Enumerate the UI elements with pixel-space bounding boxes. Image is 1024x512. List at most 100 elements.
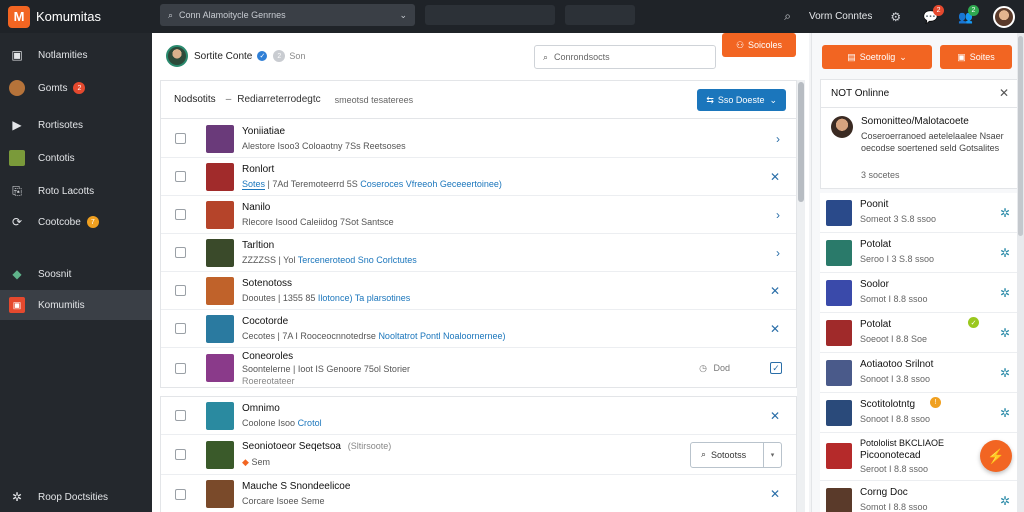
settings-icon: ✲ bbox=[11, 490, 23, 504]
chevron-down-icon[interactable]: ⌄ bbox=[399, 10, 407, 21]
floating-action-button[interactable]: ⚡ bbox=[980, 440, 1012, 472]
row-checkbox[interactable] bbox=[175, 285, 186, 296]
search-icon: ⌕ bbox=[701, 449, 707, 459]
sidebar-item[interactable]: ▶ Rortisotes bbox=[0, 110, 152, 140]
gear-icon[interactable]: ✲ bbox=[1000, 406, 1010, 420]
user-label[interactable]: Vorm Conntes bbox=[809, 11, 872, 22]
row-checkbox[interactable] bbox=[175, 133, 186, 144]
close-icon[interactable]: ✕ bbox=[770, 170, 780, 184]
gear-icon[interactable]: ✲ bbox=[1000, 246, 1010, 260]
main-scrollbar-thumb[interactable] bbox=[798, 82, 804, 202]
row-checkbox[interactable] bbox=[175, 171, 186, 182]
gear-icon[interactable]: ✲ bbox=[1000, 286, 1010, 300]
close-icon[interactable]: ✕ bbox=[770, 284, 780, 298]
table-row[interactable]: Seoniotoeor Seqetsoa (Sltirsoote) ◆ Sem … bbox=[161, 435, 796, 475]
row-checkbox[interactable] bbox=[175, 410, 186, 421]
row-highlight[interactable]: Nooltatrot Pontl Noaloornernee) bbox=[378, 331, 505, 341]
close-icon[interactable]: ✕ bbox=[770, 409, 780, 423]
row-title: Nanilo bbox=[242, 202, 271, 213]
sidebar-item[interactable]: ▣ Notlamities bbox=[0, 40, 152, 70]
gear-icon[interactable]: ✲ bbox=[1000, 494, 1010, 508]
brand[interactable]: M Komumitas bbox=[0, 5, 152, 28]
row-highlight[interactable]: Terceneroteod Sno Corlctutes bbox=[298, 255, 417, 265]
notification-card: NOT Onlinne ✕ Somonitteo/Malotacoete Cos… bbox=[820, 79, 1018, 189]
chevron-right-icon[interactable]: › bbox=[776, 132, 780, 146]
row-meta: Sem bbox=[251, 457, 270, 467]
chevron-right-icon[interactable]: › bbox=[776, 246, 780, 260]
close-icon[interactable]: ✕ bbox=[770, 322, 780, 336]
row-checkbox[interactable] bbox=[175, 362, 186, 374]
primary-button[interactable]: ⚇ Soicoles bbox=[722, 33, 796, 57]
table-row[interactable]: Yoniiatiae Alestore Isoo3 Coloaotny 7Ss … bbox=[161, 120, 796, 158]
row-checkbox[interactable] bbox=[175, 323, 186, 334]
notification-name[interactable]: Somonitteo/Malotacoete bbox=[861, 116, 969, 127]
friend-item[interactable]: Potolat Soeoot I 8.8 Soe ✓ ✲ bbox=[820, 313, 1018, 353]
row-checkbox[interactable] bbox=[175, 449, 186, 460]
chevron-down-icon: ⌄ bbox=[769, 94, 777, 105]
row-checkbox[interactable] bbox=[175, 209, 186, 220]
sidebar-item-active[interactable]: ▣ Komumitis bbox=[0, 290, 152, 320]
friend-item[interactable]: Corng Doc Somot I 8.8 ssoo ✲ bbox=[820, 481, 1018, 512]
search-input[interactable]: ⌕ Conrondsocts bbox=[534, 45, 716, 69]
dropdown-toggle[interactable]: ▾ bbox=[763, 442, 781, 467]
sidebar-item[interactable]: Contotis bbox=[0, 143, 152, 173]
friend-item[interactable]: Poonit Someot 3 S.8 ssoo ✲ bbox=[820, 193, 1018, 233]
tab-placeholder[interactable] bbox=[565, 5, 635, 25]
profile-header[interactable]: Sortite Conte ✓ 2 Son bbox=[166, 45, 305, 67]
search-icon[interactable]: ⌕ bbox=[784, 9, 791, 24]
friend-item[interactable]: Potolat Seroo I 3 S.8 ssoo ✲ bbox=[820, 233, 1018, 273]
friend-item[interactable]: Aotiaotoo Srilnot Sonoot I 3.8 ssoo ✲ bbox=[820, 353, 1018, 393]
top-bar: M Komumitas ⌕ Conn Alamoitycle Genrnes ⌄… bbox=[0, 0, 1024, 33]
top-search-input[interactable]: ⌕ Conn Alamoitycle Genrnes ⌄ bbox=[160, 4, 415, 26]
sidebar-footer[interactable]: ✲ Roop Doctsities bbox=[0, 482, 152, 512]
sidebar-item[interactable]: ◆ Soosnit bbox=[0, 259, 152, 289]
friends-badge: 2 bbox=[968, 4, 979, 16]
chevron-right-icon[interactable]: › bbox=[776, 208, 780, 222]
checkbox-icon[interactable]: ✓ bbox=[770, 362, 782, 374]
gear-icon[interactable]: ✲ bbox=[1000, 366, 1010, 380]
row-highlight[interactable]: Coseroces Vfreeoh Geceeertoinee) bbox=[360, 179, 502, 189]
friend-name: Potolat bbox=[860, 319, 892, 330]
avatar[interactable] bbox=[831, 116, 853, 138]
gear-icon[interactable]: ✲ bbox=[1000, 326, 1010, 340]
filter-button[interactable]: ⇆ Sso Doeste ⌄ bbox=[697, 89, 786, 111]
search-text: Conrondsocts bbox=[554, 52, 610, 62]
avatar[interactable] bbox=[993, 5, 1015, 28]
row-subtitle: Dooutes | 1355 85 Ilotonce) Ta plarsotin… bbox=[242, 293, 410, 303]
row-tag[interactable]: Sotes bbox=[242, 179, 266, 190]
settings-icon[interactable]: ⚙ bbox=[890, 10, 901, 24]
sidebar-item[interactable]: Gomts 2 bbox=[0, 73, 152, 103]
friends-icon[interactable]: 👥 2 bbox=[958, 4, 979, 24]
row-checkbox[interactable] bbox=[175, 247, 186, 258]
table-row[interactable]: Mauche S Snondeelicoe Corcare Isoee Seme… bbox=[161, 475, 796, 512]
sidebar-item[interactable]: ⎘ Roto Lacotts bbox=[0, 176, 152, 206]
sidebar-item[interactable]: ⟳ Cootcobe 7 bbox=[0, 207, 152, 237]
breadcrumb[interactable]: Rediarreterrodegtc bbox=[237, 94, 320, 105]
table-row[interactable]: Coneoroles Soontelerne | Ioot IS Genoore… bbox=[161, 348, 796, 388]
row-extra[interactable]: ◷ Dod bbox=[699, 363, 730, 374]
row-subtitle: Sotes | 7Ad Teremoteerrd 5S Coseroces Vf… bbox=[242, 179, 502, 190]
row-action-button[interactable]: ⌕ Sotootss ▾ bbox=[690, 441, 782, 468]
right-scrollbar-thumb[interactable] bbox=[1018, 36, 1023, 236]
chat-icon[interactable]: 💬 2 bbox=[923, 4, 945, 24]
tab-placeholder[interactable] bbox=[425, 5, 555, 25]
friend-item[interactable]: Soolor Somot I 8.8 ssoo ✲ bbox=[820, 273, 1018, 313]
row-subtitle: Coolone Isoo Crotol bbox=[242, 418, 322, 428]
table-row[interactable]: Nanilo Rlecore Isood Caleiidog 7Sot Sant… bbox=[161, 196, 796, 234]
status-button[interactable]: ▤ Soetrolig ⌄ bbox=[822, 45, 932, 69]
row-checkbox[interactable] bbox=[175, 488, 186, 500]
close-icon[interactable]: ✕ bbox=[770, 487, 780, 501]
clock-icon: ◷ bbox=[699, 362, 707, 373]
friend-item[interactable]: Scotitolotntg Sonoot I 8.8 ssoo ! ✲ bbox=[820, 393, 1018, 433]
row-highlight[interactable]: Crotol bbox=[298, 418, 322, 428]
gear-icon[interactable]: ✲ bbox=[1000, 206, 1010, 220]
table-row[interactable]: Sotenotoss Dooutes | 1355 85 Ilotonce) T… bbox=[161, 272, 796, 310]
table-row[interactable]: Ronlort Sotes | 7Ad Teremoteerrd 5S Cose… bbox=[161, 158, 796, 196]
close-icon[interactable]: ✕ bbox=[999, 86, 1009, 100]
row-highlight[interactable]: Ilotonce) Ta plarsotines bbox=[318, 293, 410, 303]
table-row[interactable]: Cocotorde Cecotes | 7A I Rooceocnnotedrs… bbox=[161, 310, 796, 348]
table-row[interactable]: Tarltion ZZZZSS | Yol Terceneroteod Sno … bbox=[161, 234, 796, 272]
table-row[interactable]: Omnimo Coolone Isoo Crotol ✕ bbox=[161, 397, 796, 435]
status-button-label: Soetrolig bbox=[859, 52, 896, 62]
secondary-button[interactable]: ▣ Soites bbox=[940, 45, 1012, 69]
